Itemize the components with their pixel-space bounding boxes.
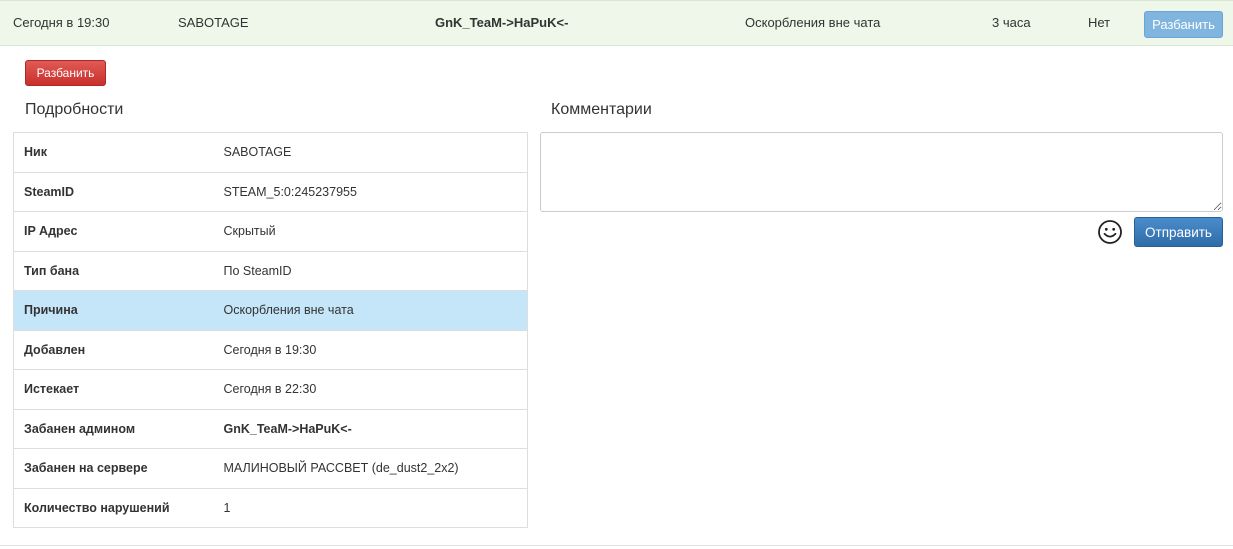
- details-key: Забанен админом: [13, 408, 214, 449]
- details-row-nick: Ник SABOTAGE: [13, 132, 528, 172]
- details-key: Добавлен: [13, 329, 214, 370]
- details-key: IP Адрес: [13, 211, 214, 251]
- smiley-icon[interactable]: [1097, 219, 1123, 245]
- details-value: МАЛИНОВЫЙ РАССВЕТ (de_dust2_2x2): [213, 448, 528, 488]
- details-row-added: Добавлен Сегодня в 19:30: [13, 329, 528, 370]
- details-key: SteamID: [13, 171, 214, 212]
- details-key: Количество нарушений: [13, 487, 214, 528]
- details-key: Истекает: [13, 369, 214, 409]
- ban-status: Нет: [1088, 15, 1111, 30]
- unban-button-top[interactable]: Разбанить: [1144, 11, 1223, 38]
- details-row-reason: Причина Оскорбления вне чата: [13, 290, 528, 330]
- details-value: 1: [213, 487, 528, 528]
- details-value: По SteamID: [213, 250, 528, 291]
- details-row-ban-type: Тип бана По SteamID: [13, 250, 528, 291]
- details-table: Ник SABOTAGE SteamID STEAM_5:0:245237955…: [13, 132, 528, 528]
- ban-nick: SABOTAGE: [178, 15, 249, 30]
- details-value: GnK_TeaM->HaPuK<-: [213, 408, 528, 449]
- send-button[interactable]: Отправить: [1134, 217, 1223, 247]
- details-heading: Подробности: [25, 101, 124, 118]
- details-value: Скрытый: [213, 211, 528, 251]
- details-value: SABOTAGE: [213, 132, 528, 172]
- details-key: Забанен на сервере: [13, 448, 214, 488]
- details-row-violations: Количество нарушений 1: [13, 487, 528, 528]
- details-value: STEAM_5:0:245237955: [213, 171, 528, 212]
- ban-duration: 3 часа: [992, 15, 1031, 30]
- divider: [0, 545, 1233, 546]
- details-value: Сегодня в 22:30: [213, 369, 528, 409]
- details-key: Ник: [13, 132, 214, 172]
- comment-textarea[interactable]: [540, 132, 1223, 212]
- ban-summary-row[interactable]: Сегодня в 19:30 SABOTAGE GnK_TeaM->HaPuK…: [0, 0, 1233, 46]
- details-row-steamid: SteamID STEAM_5:0:245237955: [13, 171, 528, 212]
- ban-admin: GnK_TeaM->HaPuK<-: [435, 15, 569, 30]
- details-row-ip: IP Адрес Скрытый: [13, 211, 528, 251]
- details-key: Тип бана: [13, 250, 214, 291]
- ban-reason: Оскорбления вне чата: [745, 15, 881, 30]
- details-value: Сегодня в 19:30: [213, 329, 528, 370]
- details-row-server: Забанен на сервере МАЛИНОВЫЙ РАССВЕТ (de…: [13, 448, 528, 488]
- comments-heading: Комментарии: [551, 101, 652, 118]
- details-row-expires: Истекает Сегодня в 22:30: [13, 369, 528, 409]
- details-value: Оскорбления вне чата: [213, 290, 528, 330]
- ban-date: Сегодня в 19:30: [13, 15, 110, 30]
- details-key: Причина: [13, 290, 214, 330]
- unban-button[interactable]: Разбанить: [25, 60, 106, 86]
- details-row-admin: Забанен админом GnK_TeaM->HaPuK<-: [13, 408, 528, 449]
